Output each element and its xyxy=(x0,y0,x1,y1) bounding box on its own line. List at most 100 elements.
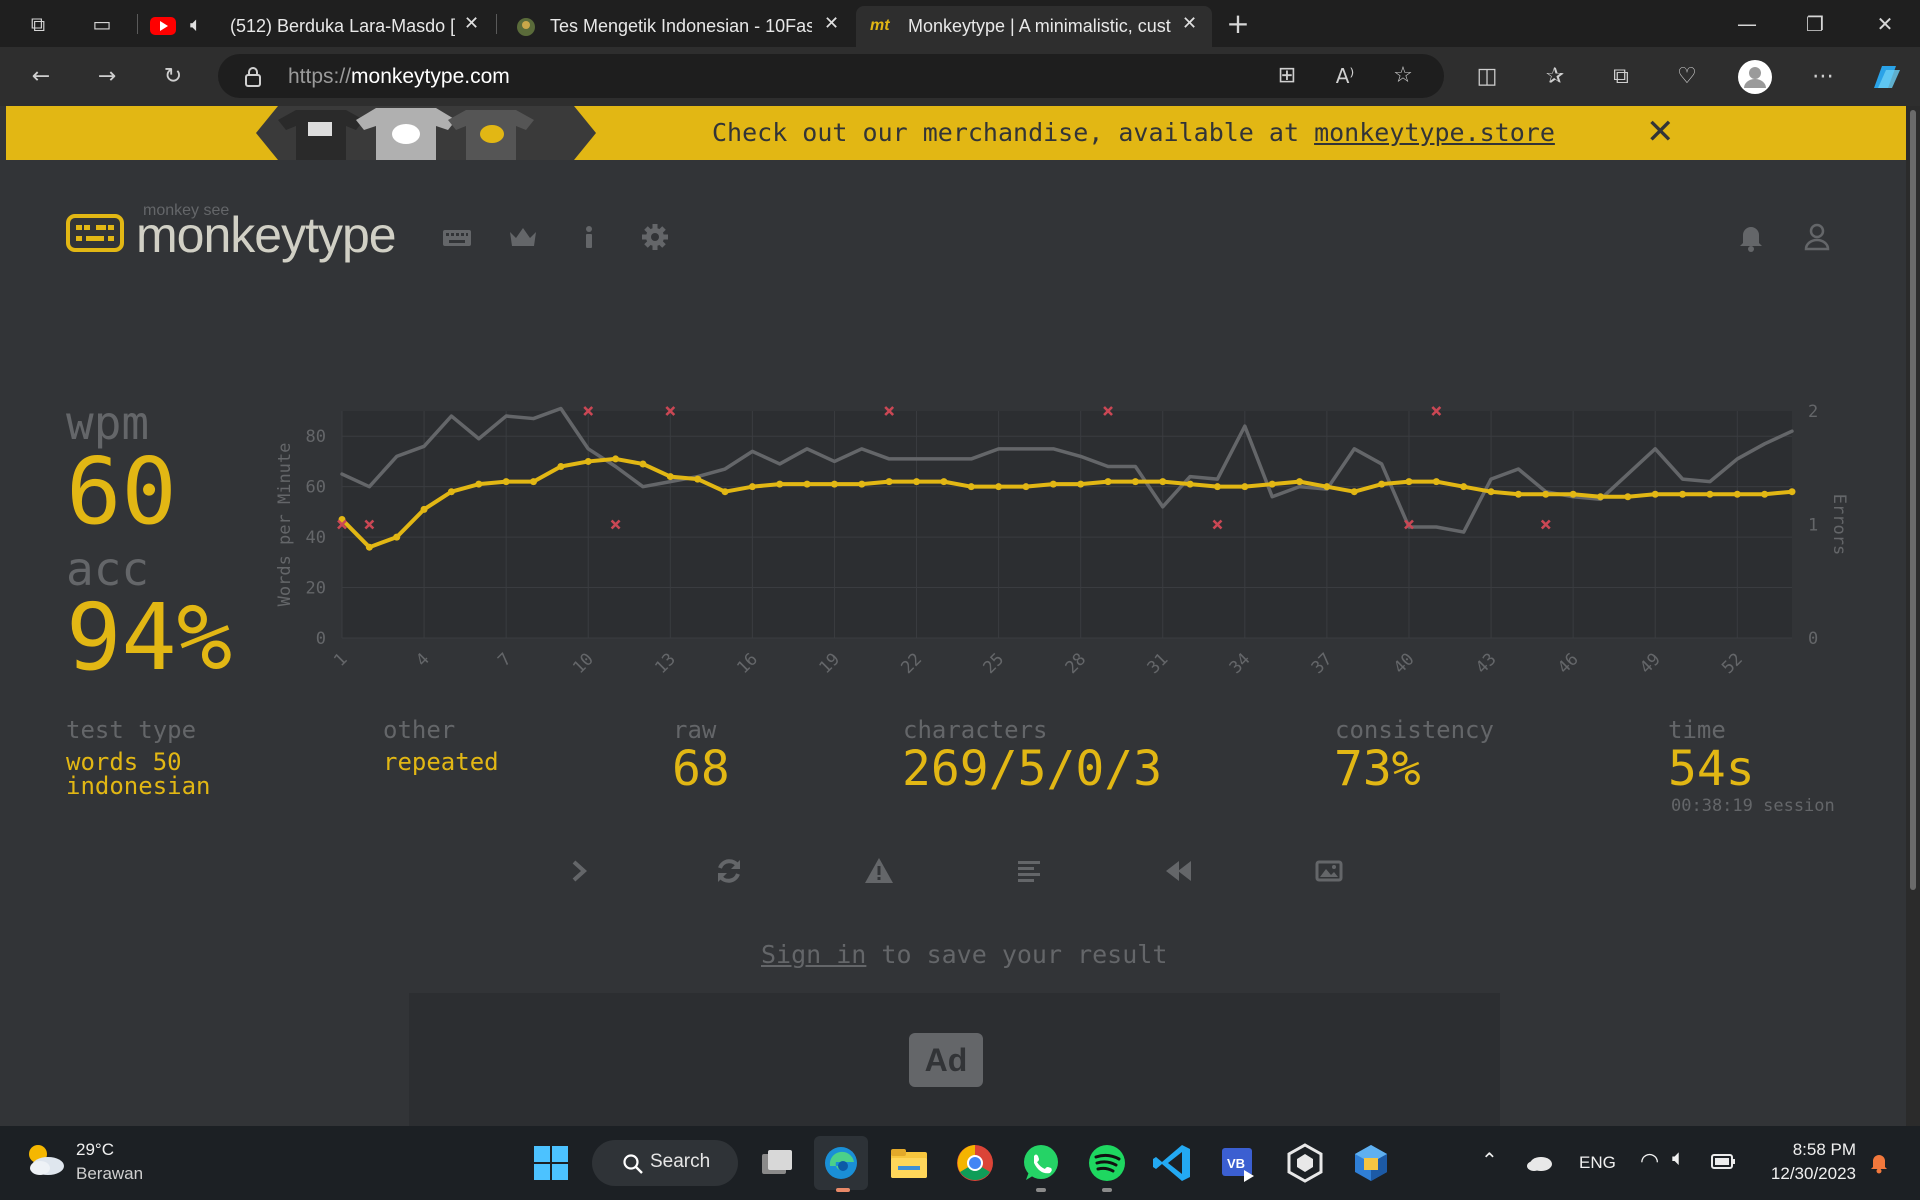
signin-link[interactable]: Sign in xyxy=(761,940,866,969)
raw-label: raw xyxy=(673,716,717,744)
browser-essentials-icon[interactable]: ♡ xyxy=(1672,62,1702,92)
split-screen-icon[interactable]: ◫ xyxy=(1472,62,1502,92)
weather-cloud-icon[interactable] xyxy=(22,1140,68,1180)
close-window-button[interactable]: ✕ xyxy=(1871,10,1899,38)
time-value: 54s xyxy=(1668,741,1755,797)
word-history-icon[interactable] xyxy=(1012,854,1046,888)
page-scrollbar[interactable] xyxy=(1906,106,1920,1126)
tab-monkeytype[interactable]: mt Monkeytype | A minimalistic, cust ✕ xyxy=(856,6,1212,47)
battery-icon[interactable] xyxy=(1710,1152,1738,1172)
clock-date[interactable]: 12/30/2023 xyxy=(1762,1164,1856,1184)
running-app-indicator xyxy=(1102,1188,1112,1192)
read-aloud-icon[interactable]: A⁾ xyxy=(1330,61,1360,91)
replay-icon[interactable] xyxy=(1162,854,1196,888)
more-menu-icon[interactable]: ⋯ xyxy=(1808,62,1838,92)
virtualbox-icon[interactable] xyxy=(1348,1140,1394,1186)
web-page: Check out our merchandise, available at … xyxy=(6,106,1906,1126)
monkeytype-logo-icon[interactable] xyxy=(66,214,124,252)
y2-tick-label: 1 xyxy=(1808,516,1818,536)
tab-10fastfingers[interactable]: Tes Mengetik Indonesian - 10Fast ✕ xyxy=(508,6,848,47)
signin-prompt: Sign in to save your result xyxy=(761,940,1168,969)
tab-actions-icon[interactable]: ▭ xyxy=(88,10,116,38)
wpm-data-point xyxy=(803,480,811,488)
wpm-data-point xyxy=(776,480,784,488)
whatsapp-icon[interactable] xyxy=(1018,1140,1064,1186)
visual-basic-icon[interactable]: VB xyxy=(1216,1140,1262,1186)
search-icon xyxy=(623,1154,643,1174)
onedrive-cloud-icon[interactable] xyxy=(1525,1152,1553,1172)
volume-icon[interactable]: 🔈︎ xyxy=(1672,1146,1685,1171)
refresh-icon[interactable]: ↻ xyxy=(158,62,188,92)
wifi-icon[interactable]: ◠ xyxy=(1640,1148,1659,1174)
language-indicator[interactable]: ENG xyxy=(1579,1153,1616,1173)
spotify-icon[interactable] xyxy=(1084,1140,1130,1186)
address-bar[interactable]: https://monkeytype.com ⊞ A⁾ ☆ xyxy=(218,54,1444,98)
crown-icon[interactable] xyxy=(506,220,540,254)
tab-separator xyxy=(137,14,138,34)
x-tick-label: 19 xyxy=(815,649,844,678)
keyboard-icon[interactable] xyxy=(440,220,474,254)
active-app-indicator xyxy=(836,1188,850,1192)
taskbar-search-box[interactable]: Search xyxy=(592,1140,738,1186)
workspaces-icon[interactable]: ⧉ xyxy=(24,10,52,38)
tab-close-button[interactable]: ✕ xyxy=(824,13,839,34)
collections-icon[interactable]: ⧉ xyxy=(1606,62,1636,92)
restart-test-icon[interactable] xyxy=(712,854,746,888)
new-tab-button[interactable]: + xyxy=(1224,10,1252,38)
windows-start-icon[interactable] xyxy=(528,1140,574,1186)
back-arrow-icon[interactable]: ← xyxy=(26,62,56,92)
file-explorer-icon[interactable] xyxy=(886,1140,932,1186)
task-view-icon[interactable] xyxy=(754,1140,800,1186)
notification-bell-icon[interactable] xyxy=(1868,1150,1890,1174)
copilot-icon[interactable] xyxy=(1868,60,1904,94)
weather-temperature[interactable]: 29°C xyxy=(76,1140,114,1160)
svg-text:VB: VB xyxy=(1227,1156,1245,1171)
next-test-icon[interactable] xyxy=(562,854,596,888)
speaker-icon[interactable]: 🔈︎ xyxy=(190,12,202,36)
chrome-icon[interactable] xyxy=(952,1140,998,1186)
wpm-data-point xyxy=(830,480,838,488)
wpm-data-point xyxy=(940,478,948,486)
app-available-icon[interactable]: ⊞ xyxy=(1272,61,1302,91)
store-link[interactable]: monkeytype.store xyxy=(1314,118,1555,147)
tab-close-button[interactable]: ✕ xyxy=(464,13,479,34)
restore-button[interactable]: ❐ xyxy=(1801,10,1829,38)
user-icon[interactable] xyxy=(1800,220,1834,254)
taskbar-edge-active[interactable] xyxy=(814,1136,868,1190)
screenshot-icon[interactable] xyxy=(1312,854,1346,888)
wpm-data-point xyxy=(1514,490,1522,498)
minimize-button[interactable]: — xyxy=(1733,10,1761,38)
banner-close-button[interactable]: ✕ xyxy=(1646,112,1675,152)
other-value: repeated xyxy=(383,748,499,776)
weather-description[interactable]: Berawan xyxy=(76,1164,143,1184)
characters-label: characters xyxy=(903,716,1048,744)
forward-arrow-icon[interactable]: → xyxy=(92,62,122,92)
wpm-data-point xyxy=(1405,478,1413,486)
chart-plot-area xyxy=(342,411,1792,638)
show-hidden-icons-icon[interactable]: ⌃ xyxy=(1481,1148,1498,1173)
unity-icon[interactable] xyxy=(1282,1140,1328,1186)
wpm-data-point xyxy=(1706,490,1714,498)
favorite-star-icon[interactable]: ☆ xyxy=(1388,61,1418,91)
favorites-icon[interactable]: ✰ xyxy=(1540,62,1570,92)
report-icon[interactable] xyxy=(862,854,896,888)
bell-icon[interactable] xyxy=(1734,220,1768,254)
tab-close-button[interactable]: ✕ xyxy=(1182,13,1197,34)
wpm-data-point xyxy=(694,475,702,483)
gear-icon[interactable] xyxy=(638,220,672,254)
url-text[interactable]: https://monkeytype.com xyxy=(288,65,510,89)
vscode-icon[interactable] xyxy=(1150,1140,1196,1186)
wpm-data-point xyxy=(1049,480,1057,488)
scrollbar-thumb[interactable] xyxy=(1910,110,1916,890)
edge-icon xyxy=(825,1147,857,1179)
windows-taskbar: 29°C Berawan Search VB ⌃ ENG ◠ 🔈︎ 8:58 P… xyxy=(0,1126,1920,1200)
info-icon[interactable] xyxy=(572,220,606,254)
profile-avatar-icon[interactable] xyxy=(1737,59,1773,95)
lock-icon[interactable] xyxy=(244,66,262,88)
clock-time[interactable]: 8:58 PM xyxy=(1790,1140,1856,1160)
accuracy-value: 94% xyxy=(66,584,233,691)
logo-wordmark[interactable]: monkeytype xyxy=(136,206,397,264)
tab-youtube[interactable]: 🔈︎ (512) Berduka Lara-Masdo [ ✕ xyxy=(148,6,488,47)
x-tick-label: 7 xyxy=(494,649,515,670)
wpm-data-point xyxy=(557,462,565,470)
